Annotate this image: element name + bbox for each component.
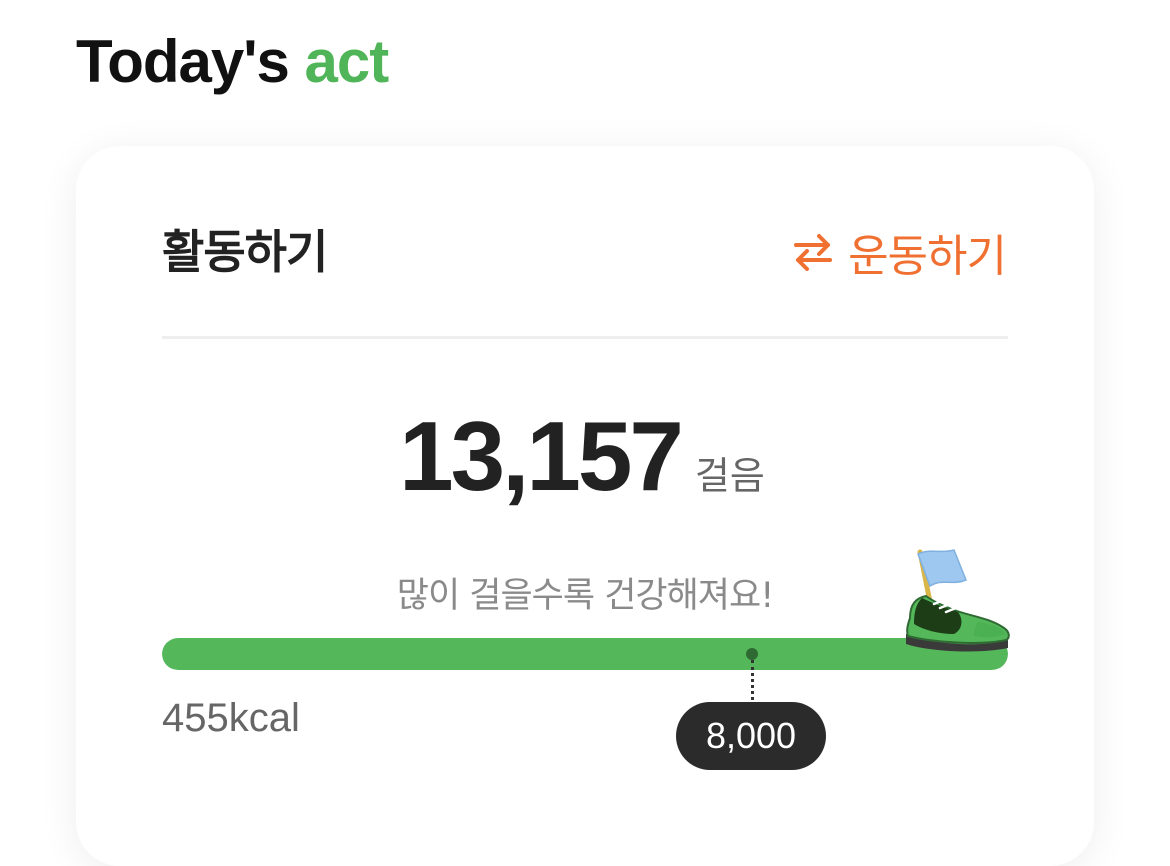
steps-progress-bar: [162, 638, 1008, 670]
goal-marker-dot: [746, 648, 758, 660]
sneaker-with-flag-icon: [900, 544, 1014, 654]
switch-to-exercise-button[interactable]: 운동하기: [792, 224, 1007, 282]
steps-unit: 걸음: [694, 454, 765, 498]
calories-label: 455kcal: [162, 696, 300, 740]
page-title: Today's act: [76, 26, 390, 98]
steps-value: 13,157: [399, 401, 684, 511]
swap-arrows-icon: [792, 232, 834, 272]
goal-marker-line: [751, 660, 754, 706]
page-title-main: Today's: [76, 28, 290, 95]
card-title: 활동하기: [162, 225, 328, 279]
divider: [162, 336, 1008, 339]
switch-button-label: 운동하기: [848, 231, 1007, 282]
steps-display: 13,157 걸음: [76, 396, 1094, 506]
steps-progress-fill: [162, 638, 1008, 670]
goal-badge: 8,000: [676, 702, 826, 770]
page-title-accent: act: [304, 28, 390, 95]
activity-card: 활동하기 운동하기 13,157 걸음 많이 걸을수록 건강해져요! 8,000…: [76, 146, 1094, 866]
